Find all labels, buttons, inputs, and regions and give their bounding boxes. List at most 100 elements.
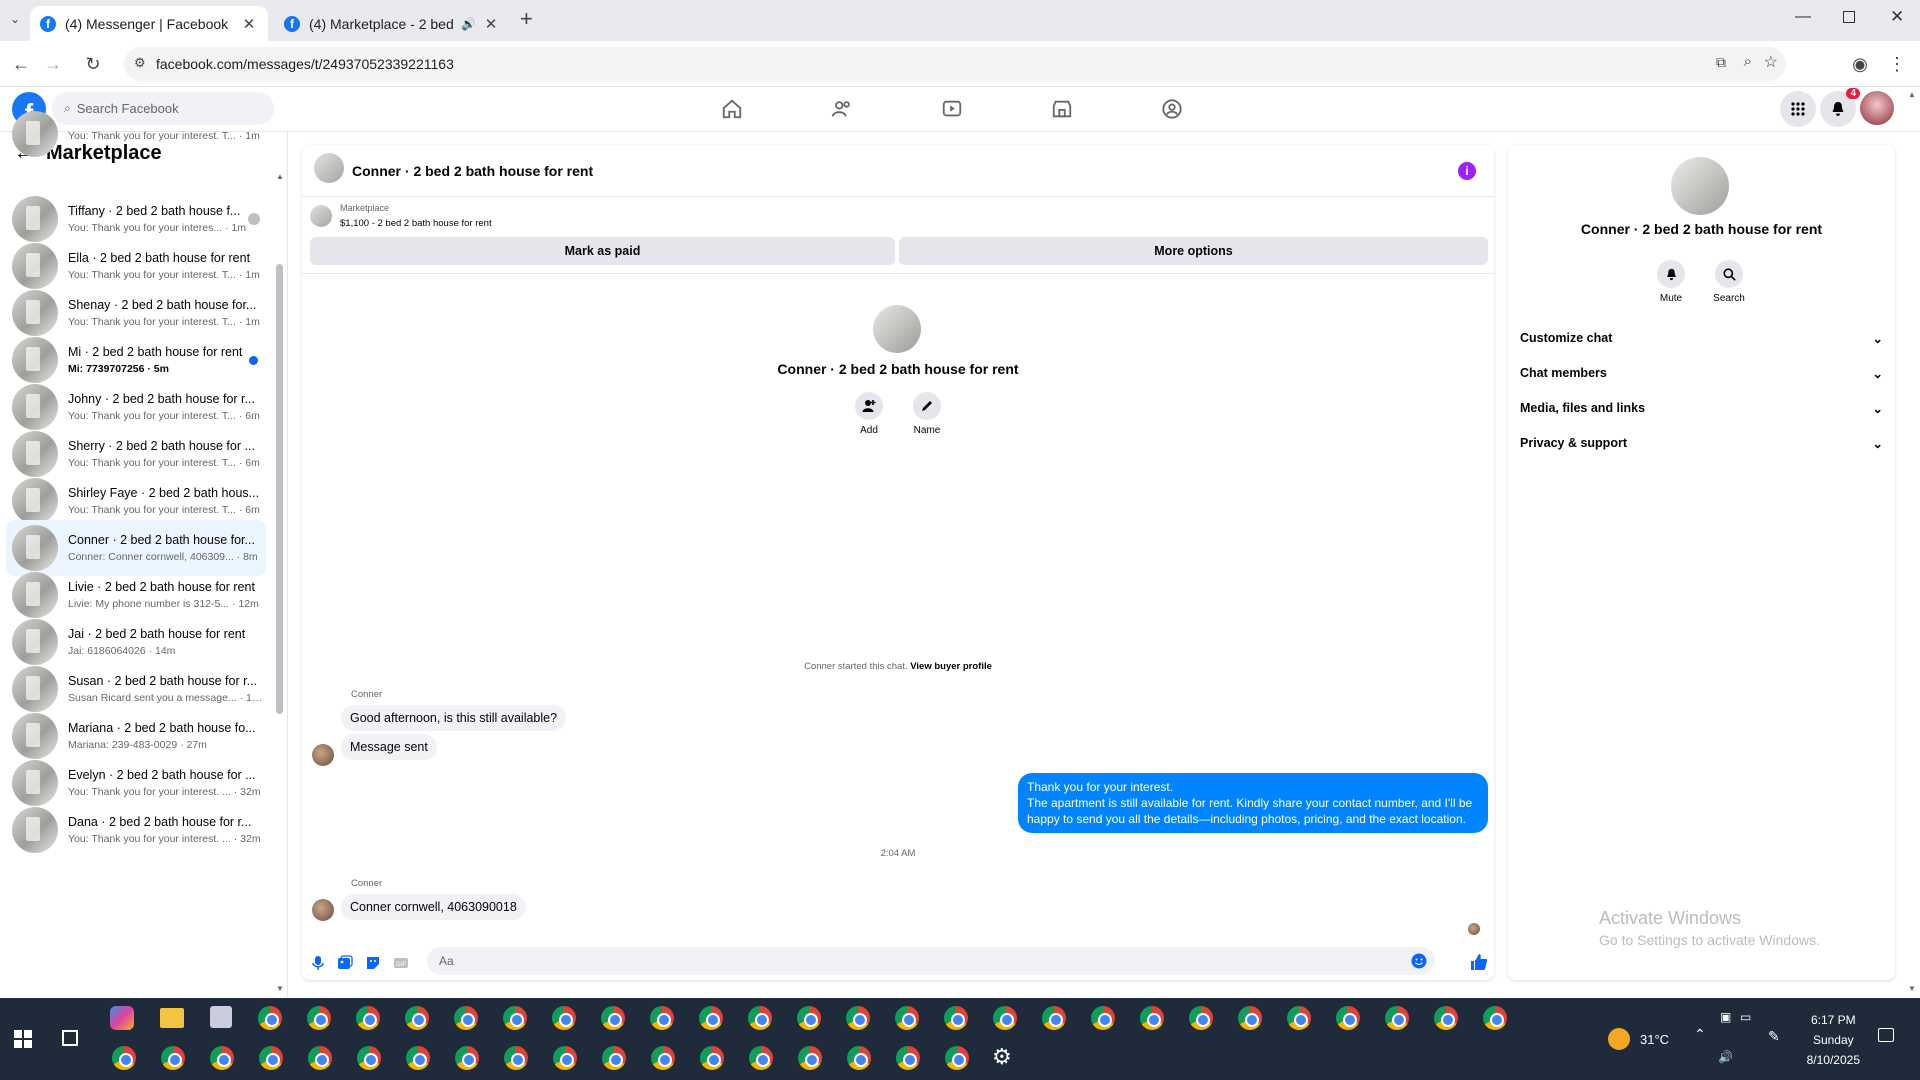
- file-explorer-icon[interactable]: [160, 1008, 184, 1028]
- site-info-icon[interactable]: ⚙: [134, 55, 146, 71]
- chrome-taskbar-icon[interactable]: [308, 1046, 332, 1070]
- chrome-taskbar-icon[interactable]: [699, 1006, 723, 1030]
- more-options-button[interactable]: More options: [899, 237, 1488, 265]
- chrome-taskbar-icon[interactable]: [798, 1046, 822, 1070]
- chrome-taskbar-icon[interactable]: [503, 1006, 527, 1030]
- emoji-icon[interactable]: [1411, 953, 1427, 969]
- copilot-icon[interactable]: [110, 1006, 134, 1030]
- privacy-support-section[interactable]: Privacy & support ⌄: [1520, 431, 1883, 455]
- weather-temperature[interactable]: 31°C: [1640, 1032, 1669, 1047]
- marketplace-icon[interactable]: [1043, 94, 1081, 124]
- chrome-taskbar-icon[interactable]: [749, 1046, 773, 1070]
- chrome-taskbar-icon[interactable]: [944, 1006, 968, 1030]
- add-people-button[interactable]: [855, 392, 883, 420]
- install-icon[interactable]: ⧉: [1716, 54, 1726, 71]
- chrome-taskbar-icon[interactable]: [405, 1006, 429, 1030]
- menu-grid-button[interactable]: [1780, 91, 1816, 127]
- chrome-taskbar-icon[interactable]: [307, 1006, 331, 1030]
- page-scrollbar-down-icon[interactable]: ▼: [1908, 984, 1916, 993]
- mark-as-paid-button[interactable]: Mark as paid: [310, 237, 895, 265]
- chrome-taskbar-icon[interactable]: [1434, 1006, 1458, 1030]
- chrome-taskbar-icon[interactable]: [846, 1006, 870, 1030]
- page-scrollbar-up-icon[interactable]: ▲: [1908, 90, 1916, 99]
- microphone-icon[interactable]: [310, 955, 326, 971]
- chrome-taskbar-icon[interactable]: [945, 1046, 969, 1070]
- outgoing-message[interactable]: Thank you for your interest. The apartme…: [1018, 773, 1488, 833]
- sender-avatar[interactable]: [312, 899, 334, 921]
- speaker-icon[interactable]: 🔊: [461, 17, 476, 31]
- chrome-taskbar-icon[interactable]: [847, 1046, 871, 1070]
- chrome-taskbar-icon[interactable]: [455, 1046, 479, 1070]
- chrome-taskbar-icon[interactable]: [210, 1046, 234, 1070]
- mute-button[interactable]: [1657, 260, 1685, 288]
- pen-icon[interactable]: ✎: [1768, 1028, 1780, 1045]
- tab-messenger[interactable]: f (4) Messenger | Facebook ✕: [30, 6, 268, 41]
- chrome-taskbar-icon[interactable]: [258, 1006, 282, 1030]
- chrome-taskbar-icon[interactable]: [112, 1046, 136, 1070]
- groups-icon[interactable]: [1153, 94, 1191, 124]
- chrome-taskbar-icon[interactable]: [797, 1006, 821, 1030]
- chrome-taskbar-icon[interactable]: [454, 1006, 478, 1030]
- chrome-taskbar-icon[interactable]: [1091, 1006, 1115, 1030]
- chrome-taskbar-icon[interactable]: [356, 1006, 380, 1030]
- search-conversation-button[interactable]: [1715, 260, 1743, 288]
- account-avatar[interactable]: [1860, 91, 1894, 125]
- media-files-links-section[interactable]: Media, files and links ⌄: [1520, 396, 1883, 420]
- bookmark-star-icon[interactable]: ☆: [1764, 52, 1778, 72]
- chrome-taskbar-icon[interactable]: [1189, 1006, 1213, 1030]
- friends-icon[interactable]: [823, 94, 861, 124]
- windows-start-icon[interactable]: [14, 1030, 32, 1048]
- chrome-taskbar-icon[interactable]: [406, 1046, 430, 1070]
- chrome-taskbar-icon[interactable]: [259, 1046, 283, 1070]
- chrome-taskbar-icon[interactable]: [993, 1006, 1017, 1030]
- chrome-taskbar-icon[interactable]: [748, 1006, 772, 1030]
- scroll-up-arrow-icon[interactable]: ▲: [276, 172, 284, 181]
- chrome-taskbar-icon[interactable]: [1483, 1006, 1507, 1030]
- restore-button[interactable]: [1843, 11, 1855, 23]
- menu-dots-icon[interactable]: ⋮: [1884, 51, 1910, 77]
- address-bar[interactable]: ⚙ facebook.com/messages/t/24937052339221…: [124, 47, 1786, 81]
- forward-button[interactable]: →: [40, 51, 66, 77]
- chrome-taskbar-icon[interactable]: [504, 1046, 528, 1070]
- chat-members-section[interactable]: Chat members ⌄: [1520, 361, 1883, 385]
- tab-marketplace[interactable]: f (4) Marketplace - 2 bed 2 b 🔊 ✕: [274, 6, 510, 41]
- minimize-button[interactable]: —: [1795, 8, 1811, 26]
- display-icon[interactable]: ▭: [1740, 1010, 1751, 1024]
- profile-icon[interactable]: ◉: [1847, 51, 1873, 77]
- like-thumb-icon[interactable]: [1470, 953, 1488, 971]
- info-icon[interactable]: i: [1458, 162, 1476, 180]
- edit-name-button[interactable]: [913, 392, 941, 420]
- chrome-taskbar-icon[interactable]: [650, 1006, 674, 1030]
- close-tab-icon[interactable]: ✕: [482, 15, 500, 33]
- chrome-taskbar-icon[interactable]: [700, 1046, 724, 1070]
- close-tab-icon[interactable]: ✕: [240, 15, 258, 33]
- chrome-taskbar-icon[interactable]: [552, 1006, 576, 1030]
- customize-chat-section[interactable]: Customize chat ⌄: [1520, 326, 1883, 350]
- chrome-taskbar-icon[interactable]: [1336, 1006, 1360, 1030]
- chrome-taskbar-icon[interactable]: [651, 1046, 675, 1070]
- zoom-icon[interactable]: ⌕: [1744, 53, 1752, 70]
- notifications-button[interactable]: 4: [1820, 88, 1860, 127]
- sticker-icon[interactable]: [365, 955, 381, 971]
- incoming-message[interactable]: Good afternoon, is this still available?: [341, 705, 567, 731]
- chevron-up-icon[interactable]: ⌃: [1694, 1026, 1706, 1043]
- chrome-taskbar-icon[interactable]: [1140, 1006, 1164, 1030]
- chrome-taskbar-icon[interactable]: [357, 1046, 381, 1070]
- weather-icon[interactable]: [1608, 1028, 1630, 1050]
- chrome-taskbar-icon[interactable]: [1042, 1006, 1066, 1030]
- gif-icon[interactable]: GIF: [393, 955, 409, 971]
- contact-avatar[interactable]: [873, 305, 921, 353]
- message-input[interactable]: Aa: [427, 947, 1435, 975]
- chrome-taskbar-icon[interactable]: [1238, 1006, 1262, 1030]
- incoming-message[interactable]: Conner cornwell, 4063090018: [341, 894, 526, 920]
- incoming-message[interactable]: Message sent: [341, 734, 437, 760]
- back-button[interactable]: ←: [8, 51, 34, 77]
- chrome-taskbar-icon[interactable]: [1287, 1006, 1311, 1030]
- chrome-taskbar-icon[interactable]: [896, 1046, 920, 1070]
- settings-gear-icon[interactable]: ⚙: [992, 1044, 1012, 1070]
- conversation-item[interactable]: You: Thank you for your interest. T... ·…: [6, 111, 266, 157]
- meet-icon[interactable]: ▣: [1720, 1010, 1731, 1024]
- new-tab-button[interactable]: +: [520, 6, 533, 32]
- reload-button[interactable]: ↻: [80, 51, 106, 77]
- conversation-list-scrollbar[interactable]: [276, 264, 283, 714]
